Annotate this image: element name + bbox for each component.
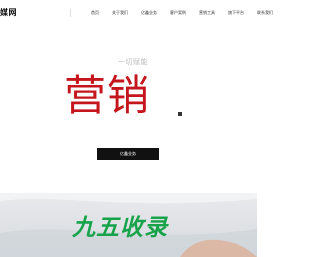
- nav-item-business[interactable]: 亿鑫业务: [141, 10, 157, 16]
- nav-item-home[interactable]: 首页: [91, 10, 99, 16]
- banner-title: 九五收录: [72, 215, 168, 241]
- nav-divider: [70, 9, 71, 17]
- business-cta-button[interactable]: 亿鑫业务: [97, 148, 159, 160]
- main-nav: 首页 关于我们 亿鑫业务 客户案例 营销工具 旗下平台 联系我们: [91, 10, 273, 16]
- hero-title: 营销: [64, 71, 151, 120]
- nav-item-platforms[interactable]: 旗下平台: [228, 10, 244, 16]
- hero-subtitle: 一切赋能: [118, 58, 148, 66]
- nav-item-about[interactable]: 关于我们: [112, 10, 128, 16]
- promo-banner[interactable]: 九五收录: [0, 193, 257, 257]
- nav-item-cases[interactable]: 客户案例: [170, 10, 186, 16]
- nav-item-contact[interactable]: 联系我们: [257, 10, 273, 16]
- nav-item-tools[interactable]: 营销工具: [199, 10, 215, 16]
- hero-title-dot: [178, 112, 182, 116]
- site-logo[interactable]: 媒网: [0, 7, 17, 18]
- site-header: 媒网 首页 关于我们 亿鑫业务 客户案例 营销工具 旗下平台 联系我们: [0, 0, 273, 26]
